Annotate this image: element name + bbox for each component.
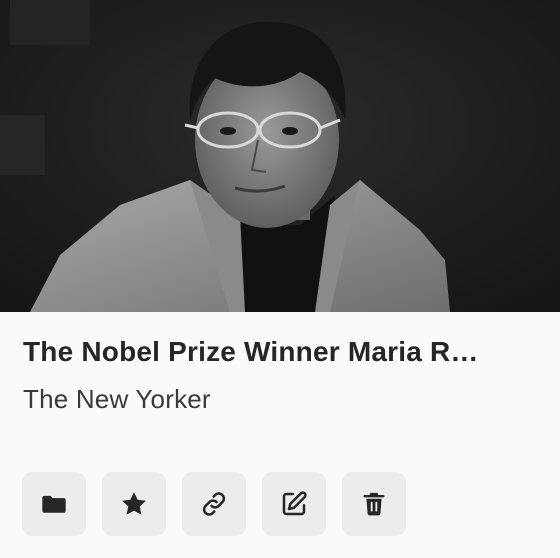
article-thumbnail[interactable] [0,0,560,312]
star-button[interactable] [102,472,166,536]
folder-icon [42,495,66,513]
folder-button[interactable] [22,472,86,536]
edit-button[interactable] [262,472,326,536]
portrait-image [0,0,560,312]
bookmark-card: The Nobel Prize Winner Maria R… The New … [0,0,560,558]
article-title[interactable]: The Nobel Prize Winner Maria R… [23,336,543,368]
link-icon [202,492,226,516]
trash-icon [363,492,385,516]
delete-button[interactable] [342,472,406,536]
star-icon [122,492,146,515]
article-source: The New Yorker [23,384,211,414]
card-actions [22,472,406,536]
edit-icon [282,491,307,516]
copy-link-button[interactable] [182,472,246,536]
